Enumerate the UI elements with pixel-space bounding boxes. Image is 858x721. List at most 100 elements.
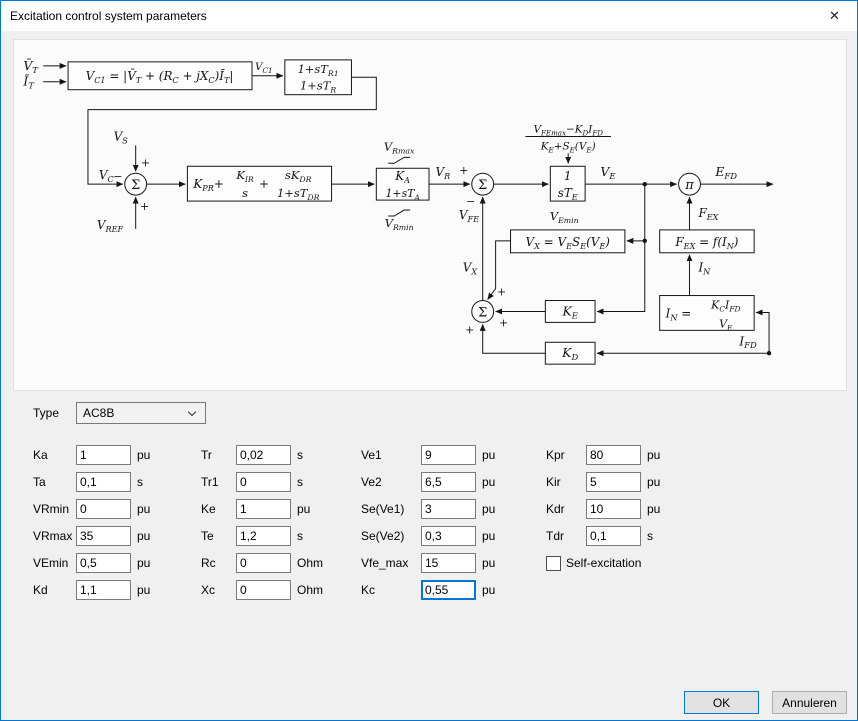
ke-label: Ke [201, 502, 236, 516]
ka-label: Ka [33, 448, 76, 462]
self-excitation-checkbox[interactable] [546, 556, 561, 571]
label-ve: VE​ [600, 164, 616, 181]
sign-plus-sum3-bottom: + [465, 323, 474, 336]
field-row-ta: Ta s [33, 472, 150, 492]
cancel-button[interactable]: Annuleren [772, 691, 847, 714]
label-ifd: IFD​ [738, 333, 757, 350]
field-row-tr1: Tr1 s [201, 472, 323, 492]
label-in-signal: IN​ [697, 261, 711, 277]
excitation-diagram: V̄T​ ĪT​ VC1​ = |V̄T​ + (RC​ + jXC​)ĪT… [14, 40, 846, 390]
field-row-tr: Tr s [201, 445, 323, 465]
ka-input[interactable] [76, 445, 131, 465]
dialog-window: Excitation control system parameters ✕ [0, 0, 858, 721]
label-vrmax: VRmax​ [384, 139, 415, 155]
kpr-input[interactable] [586, 445, 641, 465]
field-row-ve2: Ve2 pu [361, 472, 495, 492]
vfe-max-input[interactable] [421, 553, 476, 573]
ke-input[interactable] [236, 499, 291, 519]
field-row-kpr: Kpr pu [546, 445, 660, 465]
label-limit-num: VFEmax​−KD​IFD​ [533, 123, 603, 137]
field-row-vfe-max: Vfe_max pu [361, 553, 495, 573]
sigma-symbol-1: Σ [131, 178, 140, 193]
ta-input[interactable] [76, 472, 131, 492]
block-diagram-panel: V̄T​ ĪT​ VC1​ = |V̄T​ + (RC​ + jXC​)ĪT… [13, 39, 847, 391]
diagram-blocks [68, 60, 754, 364]
rc-input[interactable] [236, 553, 291, 573]
type-dropdown-value: AC8B [83, 406, 114, 420]
xc-label: Xc [201, 583, 236, 597]
sigma-symbol-3: Σ [478, 305, 487, 320]
se-ve1-label: Se(Ve1) [361, 502, 421, 516]
ke-unit: pu [297, 502, 310, 516]
kd-unit: pu [137, 583, 150, 597]
se-ve1-unit: pu [482, 502, 495, 516]
tr1-label: Tr1 [201, 475, 236, 489]
ve1-input[interactable] [421, 445, 476, 465]
label-vr: VR​ [436, 165, 451, 181]
rc-unit: Ohm [297, 556, 323, 570]
kdr-unit: pu [647, 502, 660, 516]
tr1-unit: s [297, 475, 303, 489]
label-fex-signal: FEX​ [697, 206, 719, 222]
vrmax-input[interactable] [76, 526, 131, 546]
close-icon[interactable]: ✕ [812, 1, 857, 30]
field-row-te: Te s [201, 526, 323, 546]
kd-label: Kd [33, 583, 76, 597]
ve1-label: Ve1 [361, 448, 421, 462]
vemin-label: VEmin [33, 556, 76, 570]
field-row-vrmax: VRmax pu [33, 526, 150, 546]
label-it-input: ĪT​ [22, 74, 35, 91]
field-row-kd: Kd pu [33, 580, 150, 600]
label-efd: EFD​ [714, 164, 737, 181]
tr-input[interactable] [236, 445, 291, 465]
sign-plus-vref: + [140, 200, 149, 213]
kc-input[interactable] [421, 580, 476, 600]
vemin-input[interactable] [76, 553, 131, 573]
sign-plus-pid: + [259, 177, 269, 191]
type-dropdown[interactable]: AC8B [76, 402, 206, 424]
field-row-xc: Xc Ohm [201, 580, 323, 600]
field-row-ve1: Ve1 pu [361, 445, 495, 465]
field-row-ke: Ke pu [201, 499, 323, 519]
field-column-4: Kpr pu Kir pu Kdr pu Tdr s Self-excitati… [546, 445, 660, 580]
rc-label: Rc [201, 556, 236, 570]
vrmin-input[interactable] [76, 499, 131, 519]
kir-input[interactable] [586, 472, 641, 492]
field-row-vemin: VEmin pu [33, 553, 150, 573]
field-column-1: Ka pu Ta s VRmin pu VRmax pu VEmin pu Kd… [33, 445, 150, 607]
field-row-tdr: Tdr s [546, 526, 660, 546]
label-vc1-signal: VC1​ [255, 61, 272, 75]
label-vfe: VFE​ [459, 208, 479, 224]
ok-button[interactable]: OK [684, 691, 759, 714]
kdr-input[interactable] [586, 499, 641, 519]
chevron-down-icon [188, 408, 196, 416]
label-vx-signal: VX​ [463, 261, 479, 277]
vemin-unit: pu [137, 556, 150, 570]
kd-input[interactable] [76, 580, 131, 600]
tdr-input[interactable] [586, 526, 641, 546]
te-input[interactable] [236, 526, 291, 546]
te-unit: s [297, 529, 303, 543]
kdr-label: Kdr [546, 502, 586, 516]
se-ve2-input[interactable] [421, 526, 476, 546]
label-kir-den: s [242, 186, 248, 200]
title-bar: Excitation control system parameters ✕ [1, 1, 857, 31]
tr1-input[interactable] [236, 472, 291, 492]
kir-label: Kir [546, 475, 586, 489]
se-ve2-unit: pu [482, 529, 495, 543]
sign-minus-sum2: − [466, 195, 475, 208]
sign-plus-sum3-right: + [499, 316, 508, 329]
field-row-vrmin: VRmin pu [33, 499, 150, 519]
ve2-input[interactable] [421, 472, 476, 492]
se-ve1-input[interactable] [421, 499, 476, 519]
self-excitation-label: Self-excitation [566, 556, 641, 570]
label-vt-input: V̄T​ [23, 58, 39, 75]
xc-input[interactable] [236, 580, 291, 600]
vrmax-label: VRmax [33, 529, 76, 543]
label-vc: VC​ [99, 168, 115, 184]
te-label: Te [201, 529, 236, 543]
field-row-kir: Kir pu [546, 472, 660, 492]
field-row-se-ve2: Se(Ve2) pu [361, 526, 495, 546]
sign-plus-sum2: + [459, 164, 468, 177]
label-vref: VREF​ [97, 218, 124, 234]
